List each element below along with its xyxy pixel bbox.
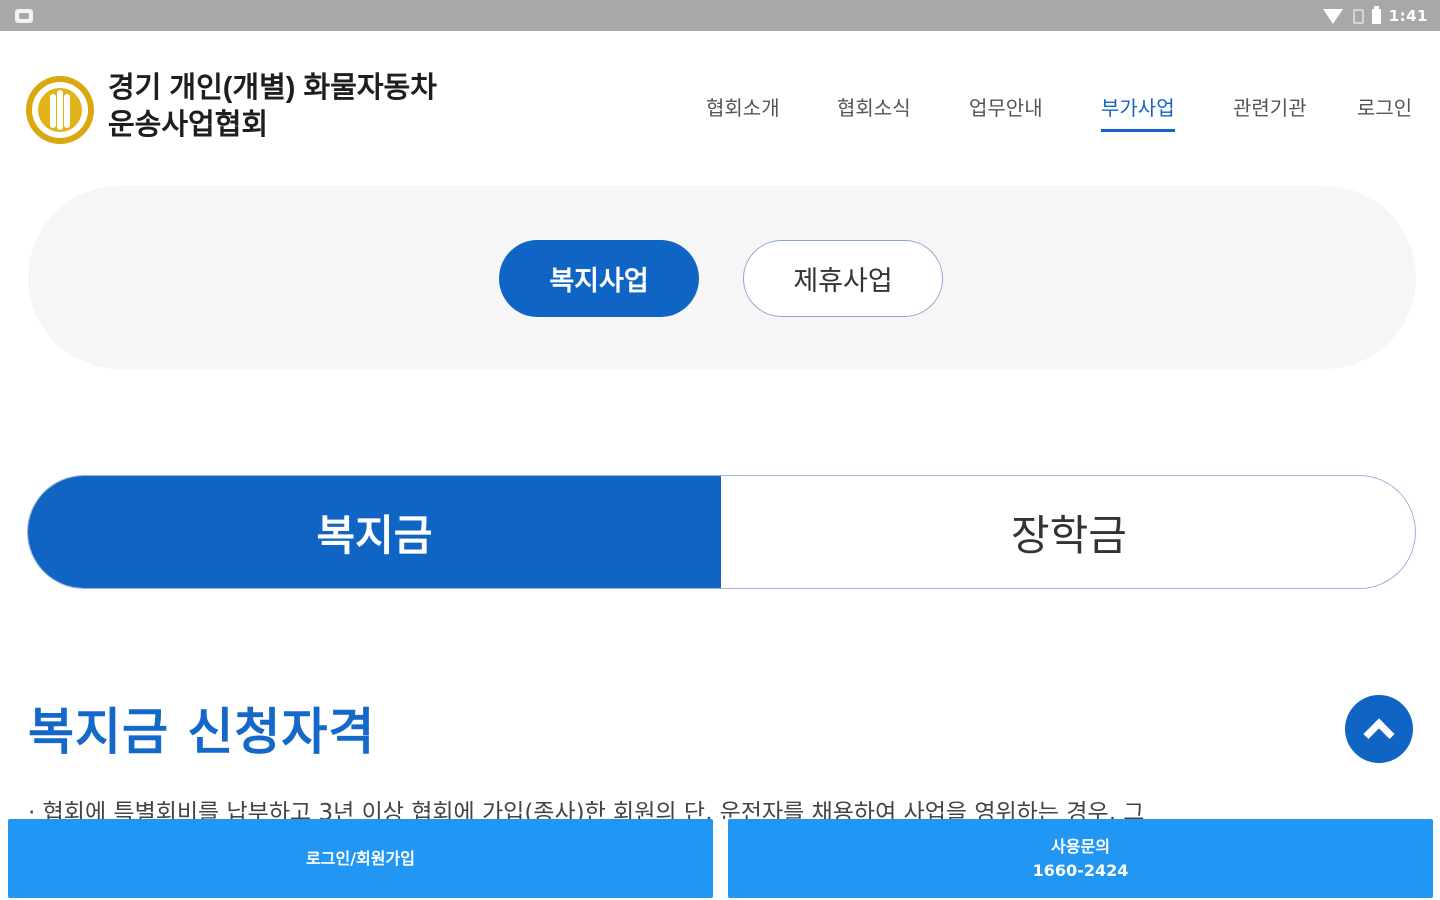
nav-item-login[interactable]: 로그인 [1357, 92, 1412, 132]
nav-item-additional-business[interactable]: 부가사업 [1101, 92, 1175, 132]
category-panel [28, 186, 1416, 369]
nav-item-services[interactable]: 업무안내 [969, 92, 1043, 132]
active-nav-underline [1101, 129, 1175, 132]
status-icons: 1:41 [1322, 5, 1428, 27]
tab-welfare-business[interactable]: 복지사업 [499, 240, 699, 317]
chevron-up-icon [1363, 718, 1395, 750]
tab-scholarship[interactable]: 장학금 [721, 476, 1415, 588]
login-signup-label: 로그인/회원가입 [306, 848, 415, 868]
battery-icon [1371, 5, 1381, 24]
status-bar: 1:41 [0, 0, 1440, 31]
nav-item-about[interactable]: 협회소개 [706, 92, 780, 132]
tab-welfare-fund[interactable]: 복지금 [28, 476, 721, 588]
tab-partnership-business[interactable]: 제휴사업 [743, 240, 943, 317]
nav-item-related-orgs[interactable]: 관련기관 [1233, 92, 1307, 132]
inquiry-phone: 1660-2424 [1032, 860, 1129, 880]
org-name[interactable]: 경기 개인(개별) 화물자동차 운송사업협회 [108, 70, 437, 144]
notification-icon [15, 9, 33, 23]
scroll-to-top-button[interactable] [1345, 695, 1413, 763]
nav-item-news[interactable]: 협회소식 [837, 92, 911, 132]
status-time: 1:41 [1388, 7, 1428, 25]
section-title: 복지금 신청자격 [28, 703, 376, 761]
association-emblem-icon[interactable] [26, 76, 94, 144]
sim-icon [1352, 8, 1364, 24]
eligibility-text: · 협회에 특별회비를 납부하고 3년 이상 협회에 가입(종사)한 회원의 단… [28, 800, 1145, 819]
inquiry-label: 사용문의 [1051, 836, 1110, 856]
login-signup-button[interactable]: 로그인/회원가입 [8, 819, 713, 898]
inquiry-button[interactable]: 사용문의 1660-2424 [728, 819, 1433, 898]
sub-tab-group: 복지금 장학금 [27, 475, 1416, 589]
wifi-icon [1322, 8, 1343, 24]
